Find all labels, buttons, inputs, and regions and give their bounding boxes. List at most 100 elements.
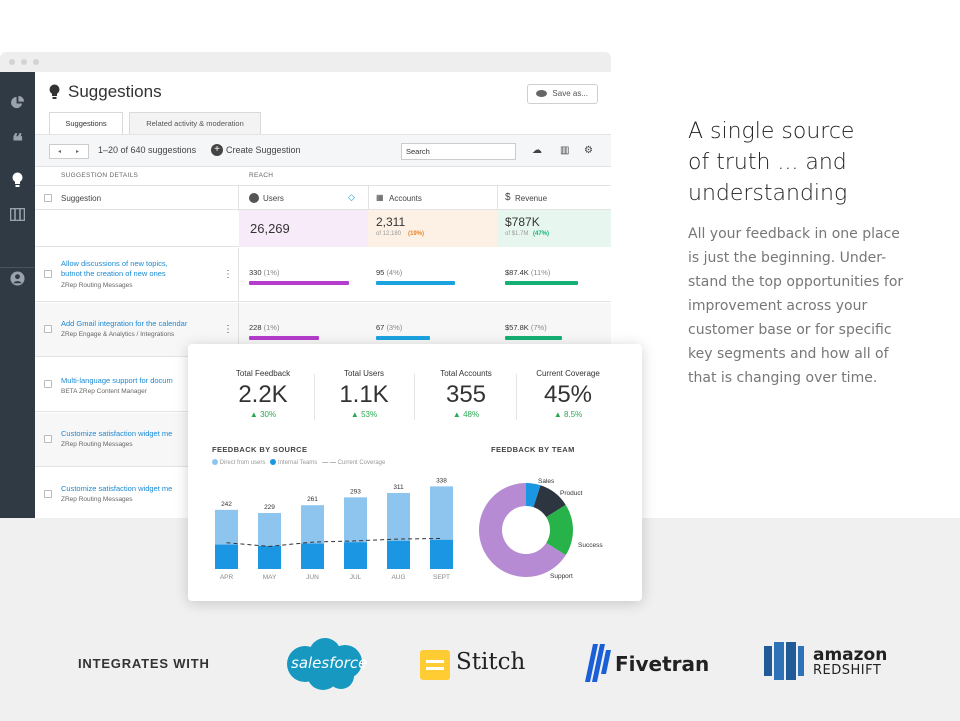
tab-related-activity[interactable]: Related activity & moderation <box>129 112 261 134</box>
row-checkbox[interactable] <box>44 325 52 333</box>
amazon-wordmark: amazon <box>813 645 888 665</box>
roadmap-icon[interactable] <box>9 207 26 225</box>
sort-chevron-icon[interactable]: ◇ <box>348 192 355 203</box>
stat-total-feedback: Total Feedback 2.2K ▲ 30% <box>213 369 313 419</box>
donut-label: Sales <box>538 478 555 485</box>
row-checkbox[interactable] <box>44 380 52 388</box>
suggestion-category: ZRep Routing Messages <box>61 496 133 503</box>
users-total: 26,269 <box>250 221 290 236</box>
select-all-checkbox[interactable] <box>44 194 52 202</box>
tab-suggestions[interactable]: Suggestions <box>49 112 123 134</box>
feedback-by-source-title: FEEDBACK BY SOURCE <box>212 445 308 454</box>
legend-swatch <box>212 459 218 465</box>
headline-line: of truth ... and <box>688 150 847 175</box>
suggestion-title[interactable]: Add Gmail integration for the calendar <box>61 319 221 329</box>
prev-page-icon[interactable]: ◂ <box>58 148 61 155</box>
lightbulb-icon[interactable] <box>9 172 26 189</box>
window-zoom-dot[interactable] <box>33 59 39 65</box>
next-page-icon[interactable]: ▸ <box>76 148 79 155</box>
revenue-pct: (7%) <box>530 323 547 332</box>
search-input[interactable] <box>401 143 516 160</box>
user-circle-icon <box>249 193 259 203</box>
x-tick-label: SEPT <box>433 574 450 581</box>
legend-coverage: Current Coverage <box>337 460 386 466</box>
accounts-column-header[interactable]: Accounts <box>389 194 422 203</box>
stitch-icon <box>420 650 450 680</box>
window-close-dot[interactable] <box>9 59 15 65</box>
donut-label: Support <box>550 573 573 580</box>
gear-icon[interactable]: ⚙ <box>584 145 593 156</box>
accounts-total-cell: 2,311 of 12,180 (19%) <box>368 210 497 247</box>
save-as-button[interactable]: Save as... <box>527 84 598 104</box>
users-column-header[interactable]: Users <box>263 194 284 203</box>
revenue-pct: (11%) <box>530 268 551 277</box>
legend-swatch <box>270 459 277 465</box>
analytics-card: Total Feedback 2.2K ▲ 30% Total Users 1.… <box>188 344 642 601</box>
bar-internal-teams <box>430 539 453 569</box>
revenue-value: $57.8K <box>505 323 529 332</box>
bar-total-label: 293 <box>350 488 361 495</box>
plus-icon[interactable]: + <box>211 144 223 156</box>
body-line: All your feedback in one place <box>688 226 900 242</box>
building-icon: ▦ <box>376 193 384 202</box>
revenue-column-header[interactable]: Revenue <box>515 194 547 203</box>
users-total-cell: 26,269 <box>239 210 368 247</box>
row-checkbox[interactable] <box>44 435 52 443</box>
stat-label: Current Coverage <box>536 369 600 378</box>
legend-direct: Direct from users <box>219 460 266 466</box>
donut-label: Product <box>560 490 583 497</box>
columns-icon[interactable]: ▥ <box>560 145 569 156</box>
stat-delta: ▲ 48% <box>452 410 480 419</box>
toolbar: ◂ ▸ 1–20 of 640 suggestions + Create Sug… <box>35 134 611 167</box>
users-value: 330 <box>249 268 262 277</box>
fivetran-icon <box>585 644 611 682</box>
results-range: 1–20 of 640 suggestions <box>98 145 197 155</box>
quote-icon[interactable]: ❝ <box>9 132 26 152</box>
body-line: that is changing over time. <box>688 370 878 386</box>
user-avatar-icon[interactable] <box>9 271 26 288</box>
bar-internal-teams <box>258 545 281 569</box>
accounts-value: 67 <box>376 323 385 332</box>
suggestion-title[interactable]: Allow discussions of new topics, butnot … <box>61 259 221 279</box>
more-options-icon[interactable]: ⋮ <box>223 324 233 335</box>
stat-label: Total Users <box>343 369 384 378</box>
stat-value: 2.2K <box>238 381 288 408</box>
salesforce-wordmark: salesforce <box>291 654 368 672</box>
table-row[interactable]: Allow discussions of new topics, butnot … <box>35 248 611 302</box>
window-titlebar <box>0 52 611 72</box>
accounts-bar <box>376 336 430 340</box>
eye-icon <box>536 90 548 97</box>
stat-value: 355 <box>445 381 487 408</box>
stat-delta: ▲ 30% <box>249 410 277 419</box>
revenue-total-sub: of $1.7M <box>505 231 529 237</box>
row-checkbox[interactable] <box>44 490 52 498</box>
stat-label: Total Feedback <box>235 369 291 378</box>
bar-direct-from-users <box>430 486 453 540</box>
bar-direct-from-users <box>258 513 281 546</box>
stat-value: 45% <box>543 381 593 408</box>
suggestion-category: ZRep Routing Messages <box>61 441 133 448</box>
salesforce-logo: salesforce <box>283 636 368 691</box>
pie-chart-icon[interactable] <box>9 95 26 112</box>
feedback-by-team-chart: Sales Product Success Support <box>479 478 603 580</box>
row-checkbox[interactable] <box>44 270 52 278</box>
window-minimize-dot[interactable] <box>21 59 27 65</box>
col-divider <box>368 186 369 211</box>
redshift-wordmark: REDSHIFT <box>813 663 882 678</box>
cloud-icon[interactable]: ☁ <box>532 145 542 156</box>
body-line: key segments and how all of <box>688 346 889 362</box>
create-suggestion-button[interactable]: Create Suggestion <box>226 145 301 155</box>
headline-line: understanding <box>688 181 848 206</box>
more-options-icon[interactable]: ⋮ <box>223 269 233 280</box>
accounts-total-sub: of 12,180 <box>376 231 402 237</box>
donut-label: Success <box>578 542 603 549</box>
suggestion-column-header[interactable]: Suggestion <box>61 194 101 203</box>
stat-total-accounts: Total Accounts 355 ▲ 48% <box>416 369 516 419</box>
accounts-pct: (3%) <box>386 323 403 332</box>
page-header: Suggestions Save as... Suggestions Relat… <box>35 72 611 134</box>
fivetran-wordmark: Fivetran <box>615 652 710 676</box>
redshift-icon <box>764 642 804 680</box>
suggestion-title-line: Allow discussions of new topics, <box>61 259 168 268</box>
bar-total-label: 242 <box>221 501 232 508</box>
suggestion-category: ZRep Routing Messages <box>61 282 133 289</box>
